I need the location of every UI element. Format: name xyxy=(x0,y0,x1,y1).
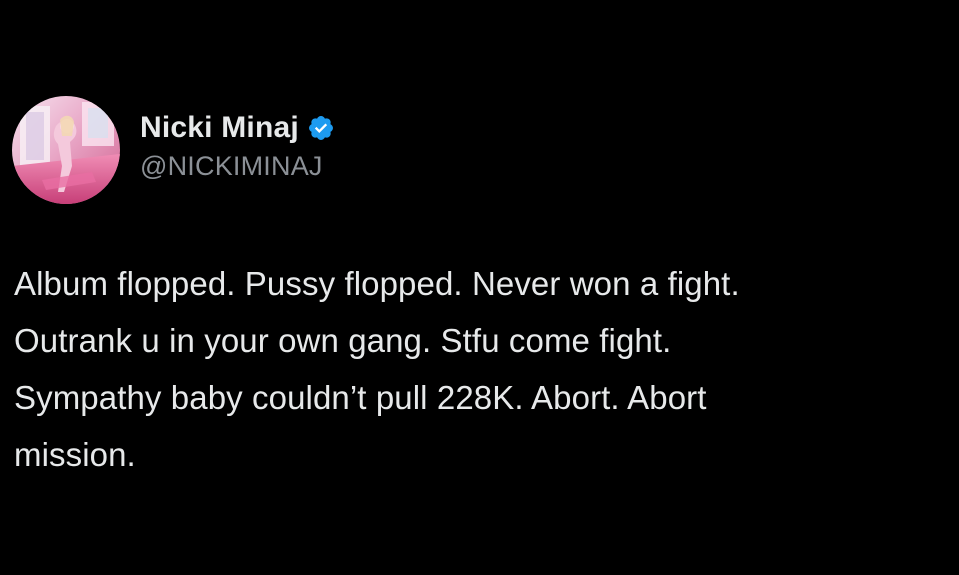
author-names: Nicki Minaj @NICKIMINAJ xyxy=(140,111,335,182)
tweet-text-line: Sympathy baby couldn’t pull 228K. Abort.… xyxy=(14,379,707,416)
verified-badge-icon xyxy=(307,114,335,142)
tweet-text-line: mission. xyxy=(14,436,136,473)
tweet-text-line: Album flopped. Pussy flopped. Never won … xyxy=(14,265,740,302)
tweet-text-line: Outrank u in your own gang. Stfu come fi… xyxy=(14,322,672,359)
tweet-text: Album flopped. Pussy flopped. Never won … xyxy=(14,255,944,483)
author-handle[interactable]: @NICKIMINAJ xyxy=(140,151,335,182)
display-name-row: Nicki Minaj xyxy=(140,111,335,145)
display-name[interactable]: Nicki Minaj xyxy=(140,111,299,145)
tweet-screenshot: Nicki Minaj @NICKIMINAJ Album flopped. P… xyxy=(0,0,959,575)
avatar-image xyxy=(12,96,120,204)
avatar[interactable] xyxy=(12,96,120,204)
tweet-author-header: Nicki Minaj @NICKIMINAJ xyxy=(12,96,335,204)
